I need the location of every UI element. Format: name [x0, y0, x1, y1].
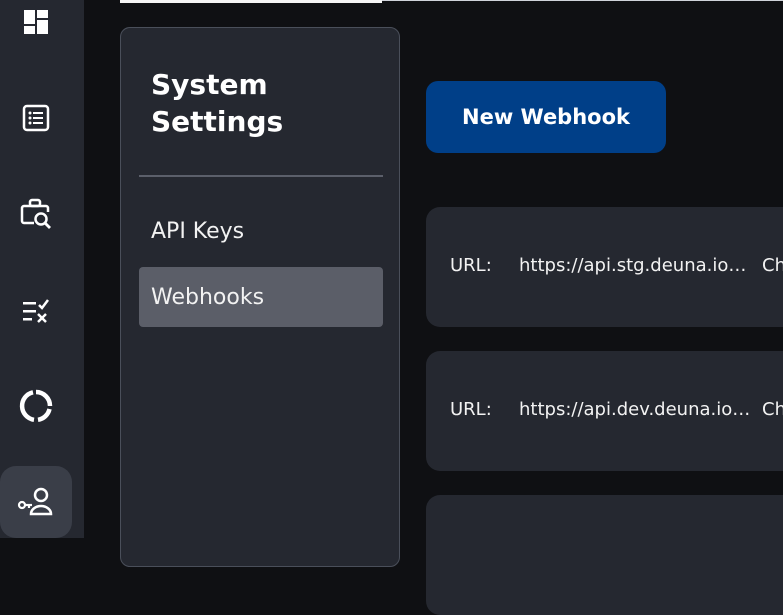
top-bar-divider — [382, 0, 783, 1]
settings-divider — [139, 175, 383, 177]
top-bar — [120, 0, 783, 3]
webhook-url: https://api.dev.deuna.io/merchants/webho… — [519, 399, 751, 420]
dashboard-icon[interactable] — [0, 0, 72, 58]
key-user-icon[interactable] — [0, 466, 72, 538]
settings-panel: System Settings API Keys Webhooks — [120, 27, 400, 567]
url-label: URL: — [450, 255, 492, 276]
webhook-extra-text: Ch — [762, 255, 783, 276]
page-title: System Settings — [151, 68, 284, 138]
url-label: URL: — [450, 399, 492, 420]
menu-item-webhooks[interactable]: Webhooks — [139, 267, 383, 327]
top-bar-highlight — [120, 0, 382, 3]
new-webhook-button[interactable]: New Webhook — [426, 81, 666, 153]
webhook-card[interactable] — [426, 495, 783, 615]
briefcase-search-icon[interactable] — [0, 178, 72, 250]
menu-item-api-keys[interactable]: API Keys — [139, 201, 383, 261]
list-icon[interactable] — [0, 82, 72, 154]
menu-item-label: Webhooks — [151, 284, 265, 310]
webhook-extra-text: Ch — [762, 399, 783, 420]
checklist-icon[interactable] — [0, 274, 72, 346]
donut-chart-icon[interactable] — [0, 370, 72, 442]
menu-item-label: API Keys — [151, 218, 245, 244]
webhook-url: https://api.stg.deuna.io/merchants/webho… — [519, 255, 751, 276]
webhook-card[interactable]: URL: https://api.stg.deuna.io/merchants/… — [426, 207, 783, 327]
nav-rail — [0, 0, 84, 538]
webhook-card[interactable]: URL: https://api.dev.deuna.io/merchants/… — [426, 351, 783, 471]
